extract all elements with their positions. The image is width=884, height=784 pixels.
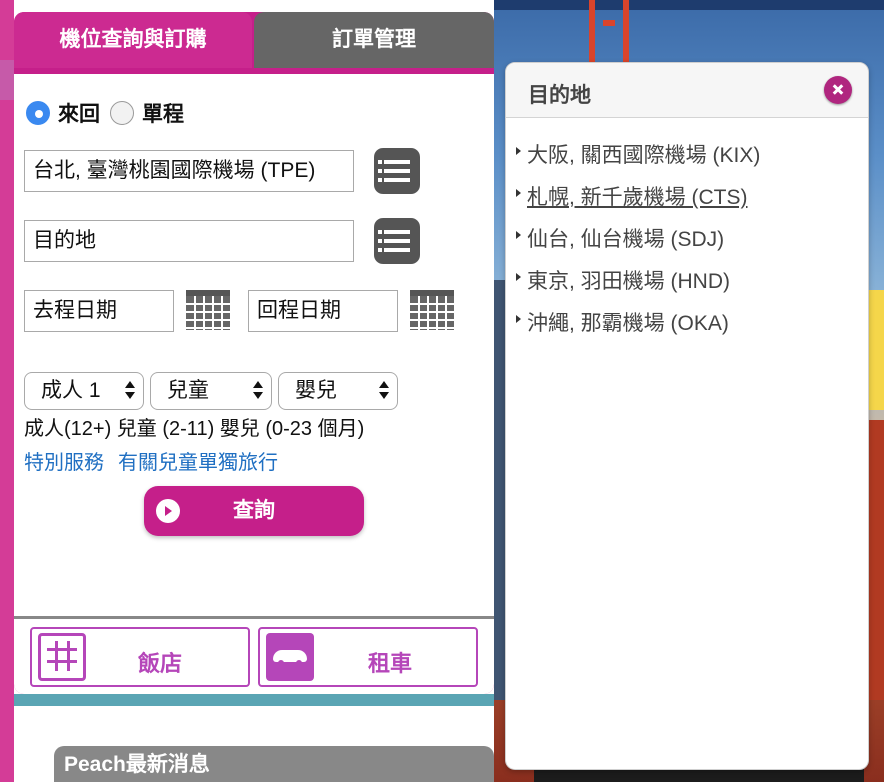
origin-input[interactable]: 台北, 臺灣桃園國際機場 (TPE) bbox=[24, 150, 354, 192]
child-select-value: 兒童 bbox=[167, 379, 209, 402]
teal-bar bbox=[14, 694, 494, 706]
special-service-link[interactable]: 特別服務 bbox=[24, 452, 104, 474]
hotel-label: 飯店 bbox=[138, 651, 183, 676]
round-trip-radio[interactable] bbox=[26, 101, 50, 125]
car-icon bbox=[266, 633, 314, 681]
infant-select-value: 嬰兒 bbox=[295, 379, 337, 402]
popup-header: 目的地 bbox=[506, 63, 868, 118]
depart-date-input[interactable]: 去程日期 bbox=[24, 290, 174, 332]
origin-list-icon[interactable] bbox=[374, 148, 420, 194]
destination-list: 大阪, 關西國際機場 (KIX) 札幌, 新千歲機場 (CTS) 仙台, 仙台機… bbox=[516, 139, 760, 349]
chevron-updown-icon bbox=[253, 381, 263, 401]
search-button[interactable]: 查詢 bbox=[144, 486, 364, 536]
destination-option[interactable]: 札幌, 新千歲機場 (CTS) bbox=[516, 181, 760, 223]
hotel-icon bbox=[38, 633, 86, 681]
destination-popup: 目的地 大阪, 關西國際機場 (KIX) 札幌, 新千歲機場 (CTS) 仙台,… bbox=[505, 62, 869, 770]
chevron-updown-icon bbox=[125, 381, 135, 401]
destination-option[interactable]: 大阪, 關西國際機場 (KIX) bbox=[516, 139, 760, 181]
tab-book-flights[interactable]: 機位查詢與訂購 bbox=[14, 12, 252, 68]
extra-services: 飯店 租車 bbox=[14, 619, 494, 694]
trip-type-group: 來回 單程 bbox=[26, 98, 184, 128]
one-way-label: 單程 bbox=[142, 103, 184, 126]
return-date-input[interactable]: 回程日期 bbox=[248, 290, 398, 332]
booking-widget: 機位查詢與訂購 訂單管理 來回 單程 台北, 臺灣桃園國際機場 (TPE) 目的… bbox=[14, 12, 494, 694]
info-links: 特別服務 有關兒童單獨旅行 bbox=[24, 446, 292, 475]
car-rental-label: 租車 bbox=[368, 651, 413, 676]
child-select[interactable]: 兒童 bbox=[150, 372, 272, 410]
close-icon[interactable] bbox=[824, 76, 852, 104]
calendar-icon[interactable] bbox=[186, 290, 230, 330]
news-header: Peach最新消息 bbox=[54, 746, 494, 782]
destination-option[interactable]: 東京, 羽田機場 (HND) bbox=[516, 265, 760, 307]
popup-title: 目的地 bbox=[528, 84, 591, 107]
car-rental-button[interactable]: 租車 bbox=[258, 627, 478, 687]
destination-option[interactable]: 沖繩, 那霸機場 (OKA) bbox=[516, 307, 760, 349]
calendar-icon[interactable] bbox=[410, 290, 454, 330]
adult-select-value: 成人 1 bbox=[41, 379, 101, 402]
round-trip-label: 來回 bbox=[58, 103, 100, 126]
adult-select[interactable]: 成人 1 bbox=[24, 372, 144, 410]
booking-panel: 來回 單程 台北, 臺灣桃園國際機場 (TPE) 目的地 去程日期 回程日期 成… bbox=[14, 74, 494, 630]
background-band bbox=[494, 0, 884, 10]
hotel-button[interactable]: 飯店 bbox=[30, 627, 250, 687]
child-travel-link[interactable]: 有關兒童單獨旅行 bbox=[118, 452, 278, 474]
age-note: 成人(12+) 兒童 (2-11) 嬰兒 (0-23 個月) bbox=[24, 418, 365, 440]
chevron-updown-icon bbox=[379, 381, 389, 401]
play-icon bbox=[156, 499, 180, 523]
tab-manage-booking[interactable]: 訂單管理 bbox=[254, 12, 494, 68]
search-button-label: 查詢 bbox=[233, 499, 275, 522]
tower-graphic bbox=[589, 0, 629, 62]
destination-list-icon[interactable] bbox=[374, 218, 420, 264]
left-accent-bar bbox=[0, 0, 14, 782]
destination-option[interactable]: 仙台, 仙台機場 (SDJ) bbox=[516, 223, 760, 265]
destination-input[interactable]: 目的地 bbox=[24, 220, 354, 262]
one-way-radio[interactable] bbox=[110, 101, 134, 125]
infant-select[interactable]: 嬰兒 bbox=[278, 372, 398, 410]
